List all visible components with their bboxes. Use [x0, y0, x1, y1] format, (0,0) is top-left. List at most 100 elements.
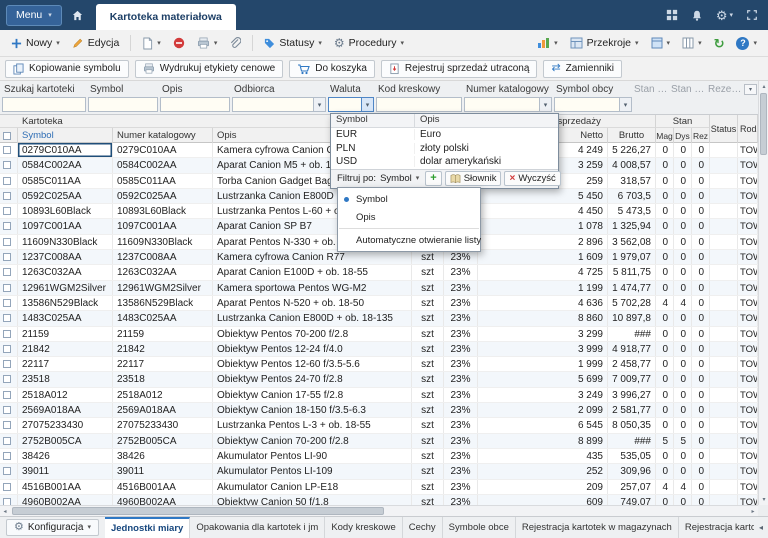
bottom-tab[interactable]: Rejestracja kartotek w magazynach	[516, 517, 679, 538]
scroll-up-arrow[interactable]: ▴	[759, 81, 768, 92]
attachment-button[interactable]	[224, 34, 246, 53]
table-row[interactable]: 2707523343027075233430Lustrzanka Pentos …	[0, 418, 758, 433]
row-checkbox[interactable]	[3, 406, 11, 414]
table-row[interactable]: 2115921159Obiektyw Pentos 70-200 f/2.8sz…	[0, 327, 758, 342]
help-button[interactable]: ? ▾	[731, 34, 762, 53]
expand-icon[interactable]	[746, 9, 758, 21]
procedures-button[interactable]: ⚙ Procedury ▾	[329, 34, 409, 52]
bell-icon[interactable]	[691, 9, 703, 22]
copy-symbol-button[interactable]: Kopiowanie symbolu	[5, 60, 129, 78]
row-checkbox[interactable]	[3, 391, 11, 399]
table-row[interactable]: 4516B001AA4516B001AAAkumulator Canion LP…	[0, 480, 758, 495]
column-header-symbol[interactable]: Symbol	[18, 128, 113, 143]
menu-item[interactable]: Automatyczne otwieranie listy	[338, 231, 480, 249]
columns-button[interactable]: ▾	[677, 34, 707, 52]
bottom-tab[interactable]: Opakowania dla kartotek i jm	[190, 517, 325, 538]
column-header-dys[interactable]: Dys	[674, 128, 692, 143]
add-currency-button[interactable]: +	[425, 171, 441, 186]
menu-item[interactable]: Opis	[338, 208, 480, 226]
bottom-tab[interactable]: Jednostki miary	[105, 517, 190, 538]
row-checkbox[interactable]	[3, 330, 11, 338]
row-checkbox[interactable]	[3, 467, 11, 475]
table-row[interactable]: 2752B005CA2752B005CAObiektyw Canion 70-2…	[0, 434, 758, 449]
new-button[interactable]: Nowy ▾	[6, 34, 65, 52]
table-row[interactable]: 4960B002AA4960B002AAObiektyw Canion 50 f…	[0, 495, 758, 505]
column-header-rez[interactable]: Rez	[692, 128, 710, 143]
horizontal-scrollbar[interactable]: ◂ ▸	[0, 505, 758, 516]
waluta-filter-combo[interactable]: ▾	[328, 97, 374, 112]
scroll-left-arrow[interactable]: ◂	[0, 506, 10, 516]
table-row[interactable]: 2184221842Obiektyw Pentos 12-24 f/4.0szt…	[0, 342, 758, 357]
table-row[interactable]: 2211722117Obiektyw Pentos 12-60 f/3.5-5.…	[0, 357, 758, 372]
print-labels-button[interactable]: Wydrukuj etykiety cenowe	[135, 60, 284, 78]
symbol-obcy-filter-combo[interactable]: ▾	[554, 97, 632, 112]
apps-grid-icon[interactable]	[666, 9, 678, 21]
vertical-scroll-thumb[interactable]	[760, 93, 767, 155]
bottom-tab[interactable]: Rejestracja kartoteki w firmach	[679, 517, 754, 538]
refresh-button[interactable]: ↻	[709, 34, 730, 53]
row-checkbox[interactable]	[3, 299, 11, 307]
table-row[interactable]: 3842638426Akumulator Pentos LI-90szt23%4…	[0, 449, 758, 464]
kod-kreskowy-filter-input[interactable]	[376, 97, 462, 112]
table-row[interactable]: 1483C025AA1483C025AALustrzanka Canion E8…	[0, 311, 758, 326]
chevron-down-icon[interactable]: ▾	[361, 98, 373, 111]
row-checkbox[interactable]	[3, 483, 11, 491]
bottom-tab[interactable]: Cechy	[403, 517, 443, 538]
row-checkbox[interactable]	[3, 177, 11, 185]
row-checkbox[interactable]	[3, 268, 11, 276]
row-checkbox[interactable]	[3, 421, 11, 429]
tab-kartoteka-materialowa[interactable]: Kartoteka materiałowa	[96, 4, 236, 30]
table-row[interactable]: 12961WGM2Silver12961WGM2SilverKamera spo…	[0, 281, 758, 296]
currency-col-symbol[interactable]: Symbol	[331, 114, 415, 127]
currency-row[interactable]: PLNzłoty polski	[331, 142, 558, 156]
search-kartoteka-input[interactable]	[2, 97, 86, 112]
row-checkbox[interactable]	[3, 222, 11, 230]
currency-col-opis[interactable]: Opis	[415, 114, 558, 127]
row-checkbox[interactable]	[3, 437, 11, 445]
dictionary-button[interactable]: Słownik	[445, 171, 502, 186]
row-checkbox[interactable]	[3, 284, 11, 292]
menu-item[interactable]: Symbol	[338, 190, 480, 208]
settings-gear-button[interactable]: ⚙▾	[716, 9, 733, 22]
table-row[interactable]: 1263C032AA1263C032AAAparat Canion E100D …	[0, 265, 758, 280]
table-row[interactable]: 2518A0122518A012Obiektyw Canion 17-55 f/…	[0, 388, 758, 403]
row-checkbox[interactable]	[3, 207, 11, 215]
substitutes-button[interactable]: ⇄ Zamienniki	[543, 60, 622, 78]
chevron-down-icon[interactable]: ▾	[313, 98, 325, 111]
opis-filter-input[interactable]	[160, 97, 230, 112]
layout-button[interactable]: ▾	[646, 34, 676, 52]
row-checkbox[interactable]	[3, 498, 11, 505]
numer-katalogowy-filter-combo[interactable]: ▾	[464, 97, 552, 112]
statuses-button[interactable]: Statusy ▾	[259, 34, 327, 52]
menu-button[interactable]: Menu ▾	[6, 5, 62, 26]
vertical-scrollbar[interactable]: ▴ ▾	[758, 81, 768, 505]
print-button[interactable]: ▾	[192, 34, 223, 52]
bottom-tab[interactable]: Symbole obce	[443, 517, 516, 538]
konfiguracja-button[interactable]: ⚙ Konfiguracja ▾	[6, 519, 99, 536]
bottom-tab[interactable]: Kody kreskowe	[325, 517, 402, 538]
chevron-down-icon[interactable]: ▾	[619, 98, 631, 111]
column-header-rodzaj[interactable]: Rodzaj handlowy	[738, 115, 758, 143]
table-row[interactable]: 13586N529Black13586N529BlackAparat Pento…	[0, 296, 758, 311]
row-checkbox[interactable]	[3, 146, 11, 154]
column-chooser-button[interactable]: ▾	[744, 84, 757, 95]
column-header-numer[interactable]: Numer katalogowy	[113, 128, 213, 143]
column-header-status[interactable]: Status	[710, 115, 738, 143]
odbiorca-filter-combo[interactable]: ▾	[232, 97, 326, 112]
filter-by-button[interactable]: Filtruj po:Symbol ▾	[334, 173, 422, 184]
row-checkbox[interactable]	[3, 253, 11, 261]
row-checkbox[interactable]	[3, 345, 11, 353]
row-checkbox[interactable]	[3, 238, 11, 246]
table-row[interactable]: 2569A018AA2569A018AAObiektyw Canion 18-1…	[0, 403, 758, 418]
scroll-right-arrow[interactable]: ▸	[748, 506, 758, 516]
row-checkbox[interactable]	[3, 161, 11, 169]
views-button[interactable]: Przekroje ▾	[565, 34, 644, 52]
currency-row[interactable]: USDdolar amerykański	[331, 155, 558, 169]
chart-button[interactable]: ▾	[532, 34, 563, 52]
document-button[interactable]: ▾	[137, 34, 166, 53]
row-checkbox[interactable]	[3, 452, 11, 460]
currency-row[interactable]: EUREuro	[331, 128, 558, 142]
row-checkbox[interactable]	[3, 192, 11, 200]
chevron-down-icon[interactable]: ▾	[539, 98, 551, 111]
horizontal-scroll-thumb[interactable]	[12, 507, 384, 515]
